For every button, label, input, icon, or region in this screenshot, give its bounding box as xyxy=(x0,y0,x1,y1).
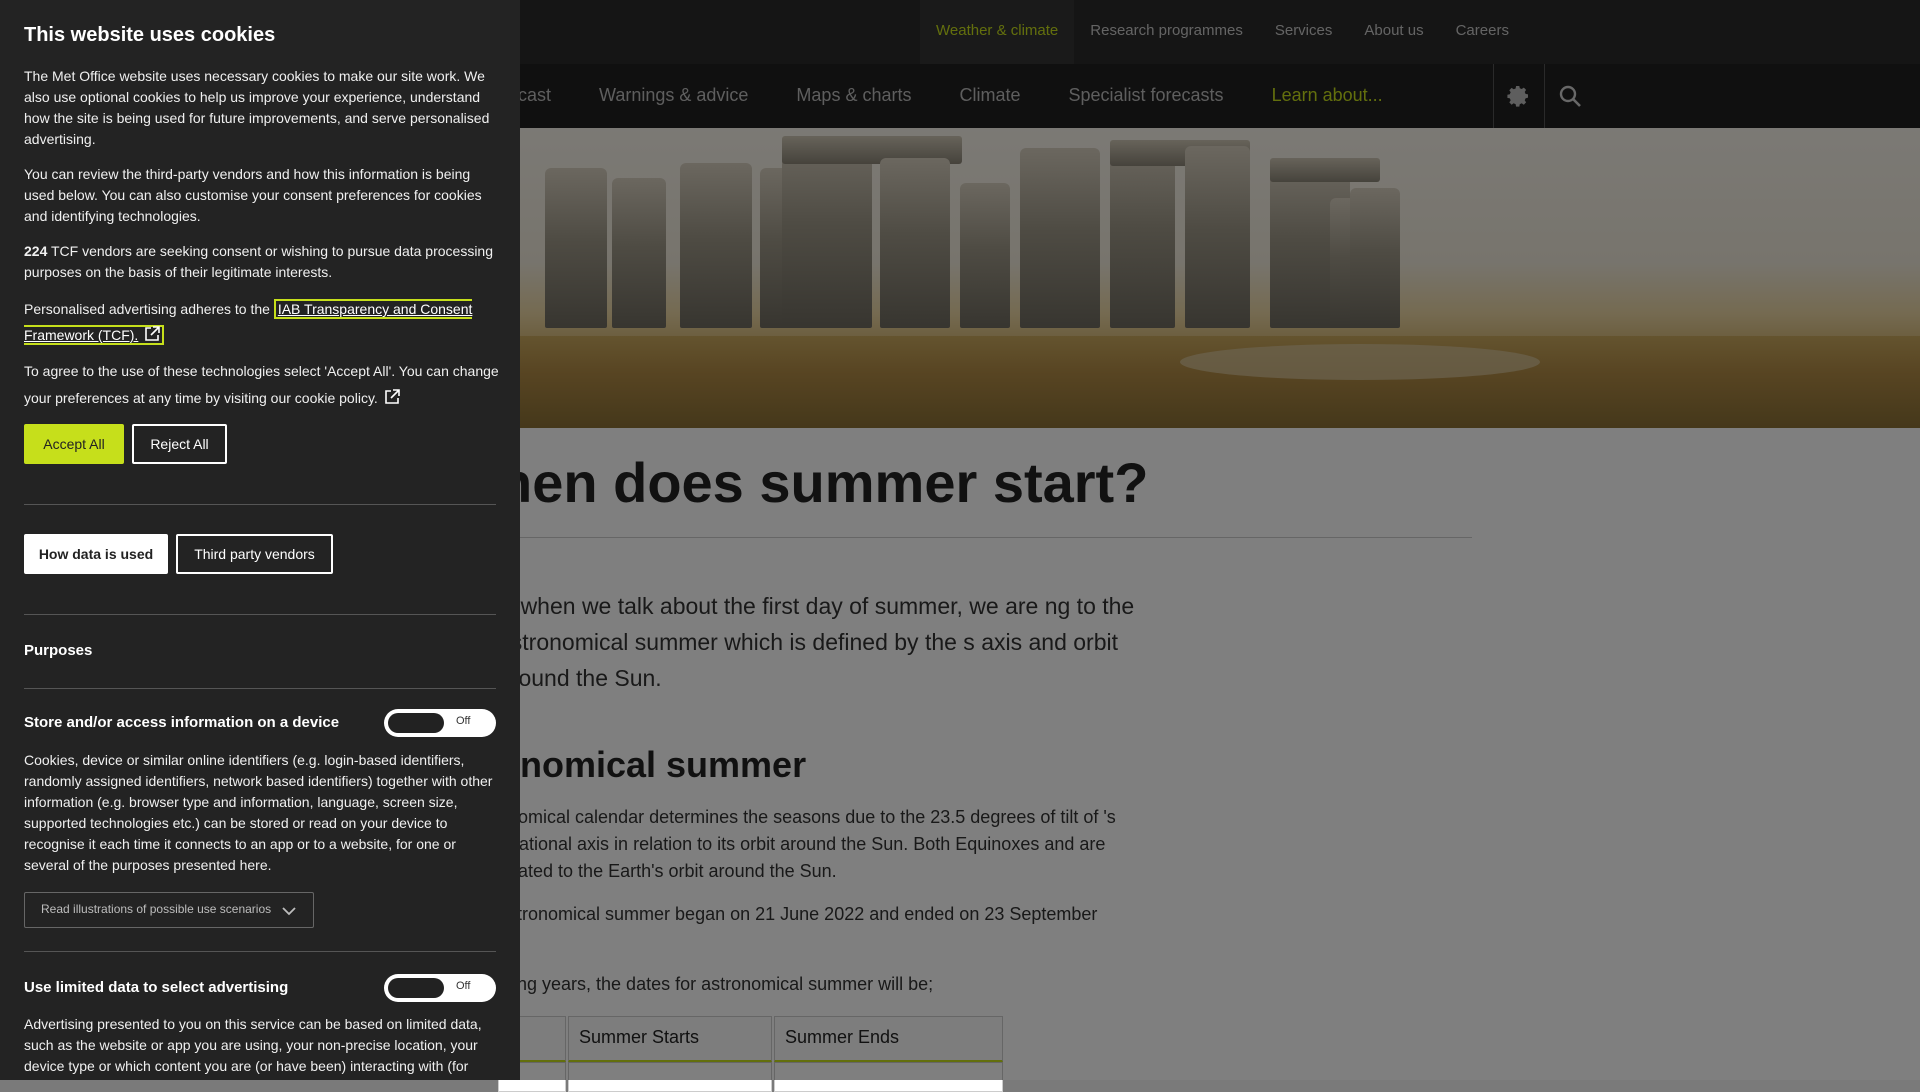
tcf-prefix: Personalised advertising adheres to the xyxy=(24,301,274,317)
cookie-vendors-info: You can review the third-party vendors a… xyxy=(24,166,482,224)
tab-third-party-vendors[interactable]: Third party vendors xyxy=(176,534,333,574)
use-scenarios-label: Read illustrations of possible use scena… xyxy=(41,902,272,916)
toggle-knob xyxy=(388,713,444,733)
cookie-accept-info: To agree to the use of these technologie… xyxy=(24,358,499,412)
cookie-tcf-count: 224 TCF vendors are seeking consent or w… xyxy=(24,241,499,283)
purpose-limited-data-toggle[interactable]: Off xyxy=(384,974,496,1002)
divider xyxy=(24,614,496,615)
toggle-state-label: Off xyxy=(456,715,471,727)
toggle-knob xyxy=(388,978,444,998)
use-scenarios-dropdown[interactable]: Read illustrations of possible use scena… xyxy=(24,892,314,928)
reject-all-button[interactable]: Reject All xyxy=(132,424,227,464)
purpose-store-access-title: Store and/or access information on a dev… xyxy=(24,714,340,731)
purpose-store-access-description: Cookies, device or similar online identi… xyxy=(24,752,493,873)
purpose-limited-data-description: Advertising presented to you on this ser… xyxy=(24,1016,482,1074)
divider xyxy=(24,688,496,689)
purpose-store-access-toggle[interactable]: Off xyxy=(384,709,496,737)
purposes-heading: Purposes xyxy=(24,642,93,659)
cookie-consent-panel: This website uses cookies The Met Office… xyxy=(0,0,520,1080)
divider xyxy=(24,504,496,505)
toggle-state-label: Off xyxy=(456,980,471,992)
vendor-count-text: TCF vendors are seeking consent or wishi… xyxy=(24,243,494,280)
chevron-down-icon xyxy=(282,907,296,916)
cookie-intro: The Met Office website uses necessary co… xyxy=(24,68,490,147)
tab-how-data-is-used[interactable]: How data is used xyxy=(24,534,168,574)
vendor-count: 224 xyxy=(24,243,48,259)
accept-all-button[interactable]: Accept All xyxy=(24,424,124,464)
divider xyxy=(24,951,496,952)
external-link-icon xyxy=(145,326,161,341)
cookie-title: This website uses cookies xyxy=(24,24,276,46)
cookie-accept-text: To agree to the use of these technologie… xyxy=(24,363,499,406)
external-link-icon[interactable] xyxy=(384,389,400,405)
purpose-limited-data-title: Use limited data to select advertising xyxy=(24,979,289,996)
cookie-tcf-statement: Personalised advertising adheres to the … xyxy=(24,296,499,348)
